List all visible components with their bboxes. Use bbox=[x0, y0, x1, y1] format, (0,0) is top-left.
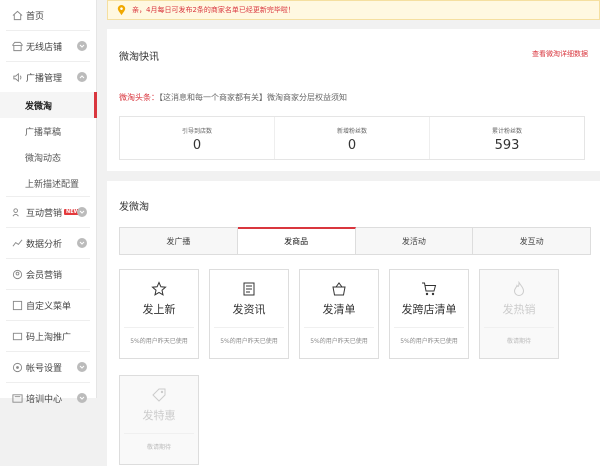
sidebar-subitem-new-desc[interactable]: 上新描述配置 bbox=[0, 170, 96, 196]
sidebar-item-label: 帐号设置 bbox=[26, 363, 63, 374]
sidebar-item-training[interactable]: 培训中心 bbox=[0, 383, 96, 413]
basket-icon bbox=[331, 281, 347, 297]
card-name: 发热销 bbox=[502, 303, 536, 316]
card-name: 发特惠 bbox=[142, 409, 176, 422]
cart-icon bbox=[421, 281, 437, 297]
sidebar-item-label: 首页 bbox=[26, 11, 45, 22]
chevron-down-icon[interactable] bbox=[77, 41, 87, 51]
tab-broadcast[interactable]: 发广播 bbox=[120, 228, 238, 254]
menu-icon bbox=[11, 299, 23, 311]
card-desc: 5%的用户昨天已使用 bbox=[394, 327, 464, 345]
sidebar-item-qrcode[interactable]: 码上淘推广 bbox=[0, 321, 96, 351]
sidebar-item-label: 无线店铺 bbox=[26, 42, 63, 53]
home-icon bbox=[11, 9, 23, 21]
member-icon bbox=[11, 268, 23, 280]
stat-label: 引导到店数 bbox=[181, 128, 212, 135]
sidebar-subitem-drafts[interactable]: 广播草稿 bbox=[0, 118, 96, 144]
card-name: 发清单 bbox=[322, 303, 356, 316]
sidebar: 首页 无线店铺 广播管理 发微淘 广播草稿 微淘动态 上新描述配置 互动营销 N… bbox=[0, 0, 97, 405]
sidebar-item-label: 广播管理 bbox=[26, 73, 63, 84]
sidebar-item-label: 会员营销 bbox=[26, 270, 63, 281]
sidebar-subitem-label: 上新描述配置 bbox=[25, 179, 80, 190]
notice-text: 亲，4月每日可发布2条的商家名单已经更新完毕啦！ bbox=[132, 6, 295, 14]
tab-activity[interactable]: 发活动 bbox=[356, 228, 474, 254]
sidebar-item-account[interactable]: 帐号设置 bbox=[0, 352, 96, 382]
sidebar-item-broadcast[interactable]: 广播管理 bbox=[0, 62, 96, 92]
stat-value: 593 bbox=[494, 138, 520, 153]
card-name: 发跨店清单 bbox=[401, 303, 457, 316]
publish-panel: 发微淘 发广播 发商品 发活动 发互动 发上新 5%的用户昨天已使用 发资讯 5… bbox=[107, 181, 600, 466]
news-title: 微淘快讯 bbox=[119, 52, 159, 63]
sidebar-item-label: 互动营销 bbox=[26, 208, 63, 219]
stat-item: 引导到店数 0 bbox=[120, 117, 275, 159]
card-desc: 5%的用户昨天已使用 bbox=[304, 327, 374, 345]
stat-item: 累计粉丝数 593 bbox=[430, 117, 584, 159]
card-cross-store-list[interactable]: 发跨店清单 5%的用户昨天已使用 bbox=[389, 269, 469, 359]
tab-product[interactable]: 发商品 bbox=[237, 227, 356, 254]
stat-value: 0 bbox=[192, 138, 202, 153]
tab-interaction[interactable]: 发互动 bbox=[473, 228, 590, 254]
star-icon bbox=[151, 281, 167, 297]
settings-icon bbox=[11, 361, 23, 373]
sidebar-subitem-post[interactable]: 发微淘 bbox=[0, 92, 97, 118]
card-desc: 5%的用户昨天已使用 bbox=[214, 327, 284, 345]
stat-label: 累计粉丝数 bbox=[491, 128, 522, 135]
stats-box: 引导到店数 0 新增粉丝数 0 累计粉丝数 593 bbox=[119, 116, 585, 160]
chevron-down-icon[interactable] bbox=[77, 362, 87, 372]
sidebar-item-interaction[interactable]: 互动营销 NEW bbox=[0, 197, 96, 227]
sidebar-subitem-label: 广播草稿 bbox=[25, 127, 62, 138]
card-hot-sale: 发热销 敬请期待 bbox=[479, 269, 559, 359]
card-list[interactable]: 发清单 5%的用户昨天已使用 bbox=[299, 269, 379, 359]
card-desc: 敬请期待 bbox=[124, 433, 194, 451]
card-name: 发上新 bbox=[142, 303, 176, 316]
qrcode-icon bbox=[11, 330, 23, 342]
card-news[interactable]: 发资讯 5%的用户昨天已使用 bbox=[209, 269, 289, 359]
notice-bar: 亲，4月每日可发布2条的商家名单已经更新完毕啦！ bbox=[107, 0, 600, 20]
training-icon bbox=[11, 392, 23, 404]
headline[interactable]: 微淘头条：【这消息和每一个商家都有关】微淘商家分层权益须知 bbox=[119, 92, 347, 103]
sidebar-item-member[interactable]: 会员营销 bbox=[0, 259, 96, 289]
sidebar-item-analytics[interactable]: 数据分析 bbox=[0, 228, 96, 258]
sidebar-subitem-label: 发微淘 bbox=[25, 101, 53, 112]
headline-text: 【这消息和每一个商家都有关】微淘商家分层权益须知 bbox=[159, 93, 347, 102]
card-desc: 5%的用户昨天已使用 bbox=[124, 327, 194, 345]
analytics-icon bbox=[11, 237, 23, 249]
flame-icon bbox=[511, 280, 527, 297]
card-name: 发资讯 bbox=[232, 303, 266, 316]
chevron-down-icon[interactable] bbox=[77, 393, 87, 403]
view-details-link[interactable]: 查看微淘详细数据 bbox=[532, 49, 588, 59]
chevron-down-icon[interactable] bbox=[77, 207, 87, 217]
sidebar-subitem-feed[interactable]: 微淘动态 bbox=[0, 144, 96, 170]
sidebar-item-label: 数据分析 bbox=[26, 239, 63, 250]
chevron-down-icon[interactable] bbox=[77, 238, 87, 248]
broadcast-icon bbox=[11, 71, 23, 83]
stat-item: 新增粉丝数 0 bbox=[275, 117, 430, 159]
sidebar-subitem-label: 微淘动态 bbox=[25, 153, 62, 164]
card-desc: 敬请期待 bbox=[484, 327, 554, 345]
chevron-up-icon[interactable] bbox=[77, 72, 87, 82]
sidebar-item-label: 码上淘推广 bbox=[26, 332, 72, 343]
tag-icon bbox=[151, 387, 167, 403]
stat-value: 0 bbox=[347, 138, 357, 153]
store-icon bbox=[11, 40, 23, 52]
news-icon bbox=[241, 281, 257, 297]
sidebar-item-home[interactable]: 首页 bbox=[0, 0, 96, 30]
location-pin-icon bbox=[116, 4, 127, 16]
news-panel: 微淘快讯 查看微淘详细数据 微淘头条：【这消息和每一个商家都有关】微淘商家分层权… bbox=[107, 29, 600, 171]
sidebar-item-custom-menu[interactable]: 自定义菜单 bbox=[0, 290, 96, 320]
card-special-offer: 发特惠 敬请期待 bbox=[119, 375, 199, 465]
stat-label: 新增粉丝数 bbox=[336, 128, 367, 135]
interaction-icon bbox=[11, 206, 23, 218]
sidebar-item-label: 自定义菜单 bbox=[26, 301, 72, 312]
publish-title: 发微淘 bbox=[119, 202, 149, 213]
sidebar-item-store[interactable]: 无线店铺 bbox=[0, 31, 96, 61]
publish-tabs: 发广播 发商品 发活动 发互动 bbox=[119, 227, 591, 255]
sidebar-item-label: 培训中心 bbox=[26, 394, 63, 405]
card-new-arrival[interactable]: 发上新 5%的用户昨天已使用 bbox=[119, 269, 199, 359]
headline-prefix: 微淘头条： bbox=[119, 93, 159, 102]
